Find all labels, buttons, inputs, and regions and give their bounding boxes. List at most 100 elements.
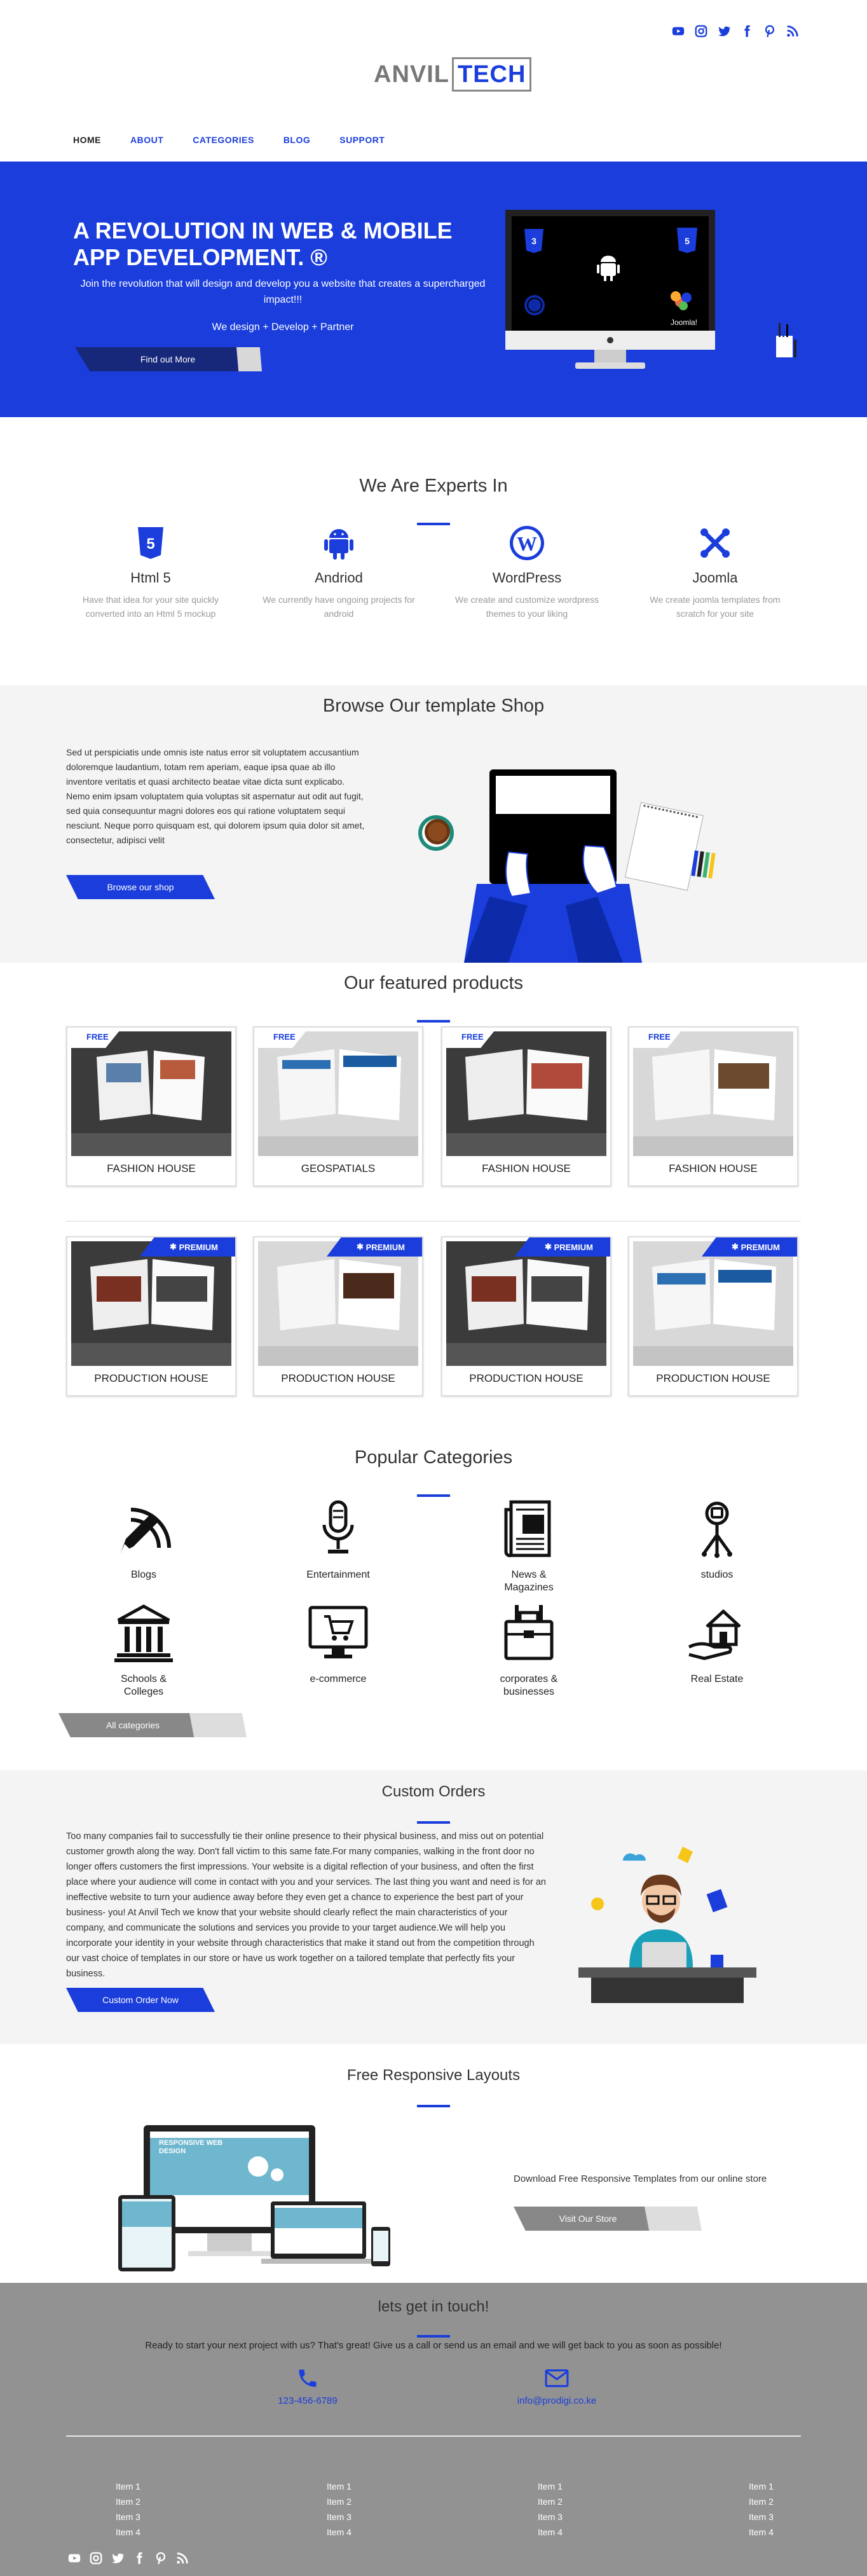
footer-link[interactable]: Item 4 [749,2524,812,2540]
pen-holder-icon [776,320,796,357]
title-underline [417,2105,450,2107]
template-shop-section: Browse Our template Shop Sed ut perspici… [0,685,867,963]
product-card-free[interactable]: FREE FASHION HOUSE [66,1026,236,1187]
css3-icon: 3 [524,229,543,253]
category-corporates[interactable]: corporates & businesses [465,1601,592,1698]
expert-name: Html 5 [130,570,171,586]
instagram-icon[interactable] [88,2550,104,2566]
youtube-icon[interactable] [66,2550,83,2566]
svg-text:W: W [517,532,537,555]
instagram-icon[interactable] [693,23,709,39]
footer-link[interactable]: Item 1 [327,2479,390,2494]
nav-blog[interactable]: BLOG [283,135,310,145]
twitter-icon[interactable] [716,23,732,39]
category-label: e-commerce [310,1674,367,1684]
nav-home[interactable]: HOME [73,135,101,145]
expert-android: Andriod We currently have ongoing projec… [248,524,430,621]
contact-email[interactable]: info@prodigi.co.ke [493,2367,620,2406]
hero-subtitle: Join the revolution that will design and… [80,279,486,305]
footer-link[interactable]: Item 2 [327,2494,390,2509]
product-card-premium[interactable]: ✱ PREMIUM PRODUCTION HOUSE [628,1236,798,1396]
expert-name: WordPress [492,570,562,586]
footer-link[interactable]: Item 3 [749,2509,812,2524]
product-card-free[interactable]: FREE FASHION HOUSE [441,1026,611,1187]
category-entertainment[interactable]: Entertainment [275,1497,402,1581]
footer-link[interactable]: Item 3 [538,2509,601,2524]
product-card-premium[interactable]: ✱ PREMIUM PRODUCTION HOUSE [66,1236,236,1396]
product-name: PRODUCTION HOUSE [656,1372,770,1384]
wordpress-screen-icon [524,295,545,315]
joomla-icon [696,524,734,562]
social-links-top [670,23,801,39]
premium-ribbon: ✱ PREMIUM [327,1237,422,1257]
footer-link[interactable]: Item 2 [749,2494,812,2509]
expert-name: Andriod [315,570,363,586]
product-name: PRODUCTION HOUSE [94,1372,208,1384]
joomla-screen-label: Joomla! [671,318,698,327]
rss-icon[interactable] [174,2550,191,2566]
custom-order-button[interactable]: Custom Order Now [66,1988,215,2012]
custom-orders-section: Custom Orders Too many companies fail to… [0,1770,867,2044]
imac-screen: 3 5 Joomla! [505,210,715,331]
footer-link[interactable]: Item 1 [116,2479,179,2494]
custom-description: Too many companies fail to successfully … [66,1831,546,1979]
footer-link[interactable]: Item 2 [538,2494,601,2509]
contact-phone[interactable]: 123-456-6789 [244,2367,371,2406]
android-icon [320,524,358,562]
product-thumbnail [446,1241,606,1366]
premium-label: PREMIUM [179,1242,218,1252]
category-label: corporates & businesses [500,1674,558,1697]
find-out-more-button[interactable]: Find out More [75,347,261,371]
shopping-cart-monitor-icon [308,1606,368,1658]
category-schools[interactable]: Schools & Colleges [80,1601,207,1698]
product-card-free[interactable]: FREE GEOSPATIALS [253,1026,423,1187]
product-name: PRODUCTION HOUSE [469,1372,584,1384]
footer-link[interactable]: Item 3 [327,2509,390,2524]
category-blogs[interactable]: Blogs [80,1497,207,1581]
visit-store-button[interactable]: Visit Our Store [514,2207,662,2231]
button-accent [645,2207,702,2231]
category-studios[interactable]: studios [653,1497,781,1581]
facebook-icon[interactable] [131,2550,147,2566]
email-address: info@prodigi.co.ke [517,2395,597,2406]
nav-about[interactable]: ABOUT [130,135,163,145]
footer-link[interactable]: Item 3 [116,2509,179,2524]
premium-label: PREMIUM [554,1242,593,1252]
imac-chin [505,331,715,350]
envelope-icon [545,2369,569,2387]
title-underline [417,1821,450,1824]
youtube-icon[interactable] [670,23,686,39]
category-real-estate[interactable]: Real Estate [653,1601,781,1686]
footer-link[interactable]: Item 4 [538,2524,601,2540]
footer-link[interactable]: Item 4 [327,2524,390,2540]
product-card-free[interactable]: FREE FASHION HOUSE [628,1026,798,1187]
premium-label: PREMIUM [741,1242,780,1252]
browse-shop-button[interactable]: Browse our shop [66,875,215,899]
categories-section: Popular Categories Blogs Entertainment N… [0,1421,867,1770]
twitter-icon[interactable] [109,2550,126,2566]
product-thumbnail [71,1241,231,1366]
category-label: Schools & Colleges [120,1674,167,1697]
product-card-premium[interactable]: ✱ PREMIUM PRODUCTION HOUSE [441,1236,611,1396]
footer-link[interactable]: Item 1 [538,2479,601,2494]
footer-column: Item 1 Item 2 Item 3 Item 4 [749,2479,812,2540]
footer-link[interactable]: Item 2 [116,2494,179,2509]
category-news[interactable]: News & Magazines [465,1497,592,1594]
pinterest-icon[interactable] [761,23,778,39]
expert-desc: We create and customize wordpress themes… [454,595,599,619]
expert-html5: 5 Html 5 Have that idea for your site qu… [60,524,242,621]
site-logo[interactable]: ANVIL TECH [374,56,532,93]
product-thumbnail [258,1241,418,1366]
category-label: News & Magazines [504,1569,554,1593]
footer-link[interactable]: Item 1 [749,2479,812,2494]
facebook-icon[interactable] [739,23,755,39]
nav-categories[interactable]: CATEGORIES [193,135,254,145]
nav-support[interactable]: SUPPORT [339,135,385,145]
rss-icon[interactable] [784,23,801,39]
category-ecommerce[interactable]: e-commerce [275,1601,402,1686]
pinterest-icon[interactable] [153,2550,169,2566]
product-card-premium[interactable]: ✱ PREMIUM PRODUCTION HOUSE [253,1236,423,1396]
all-categories-button[interactable]: All categories [58,1713,207,1737]
product-thumbnail [258,1031,418,1156]
footer-link[interactable]: Item 4 [116,2524,179,2540]
